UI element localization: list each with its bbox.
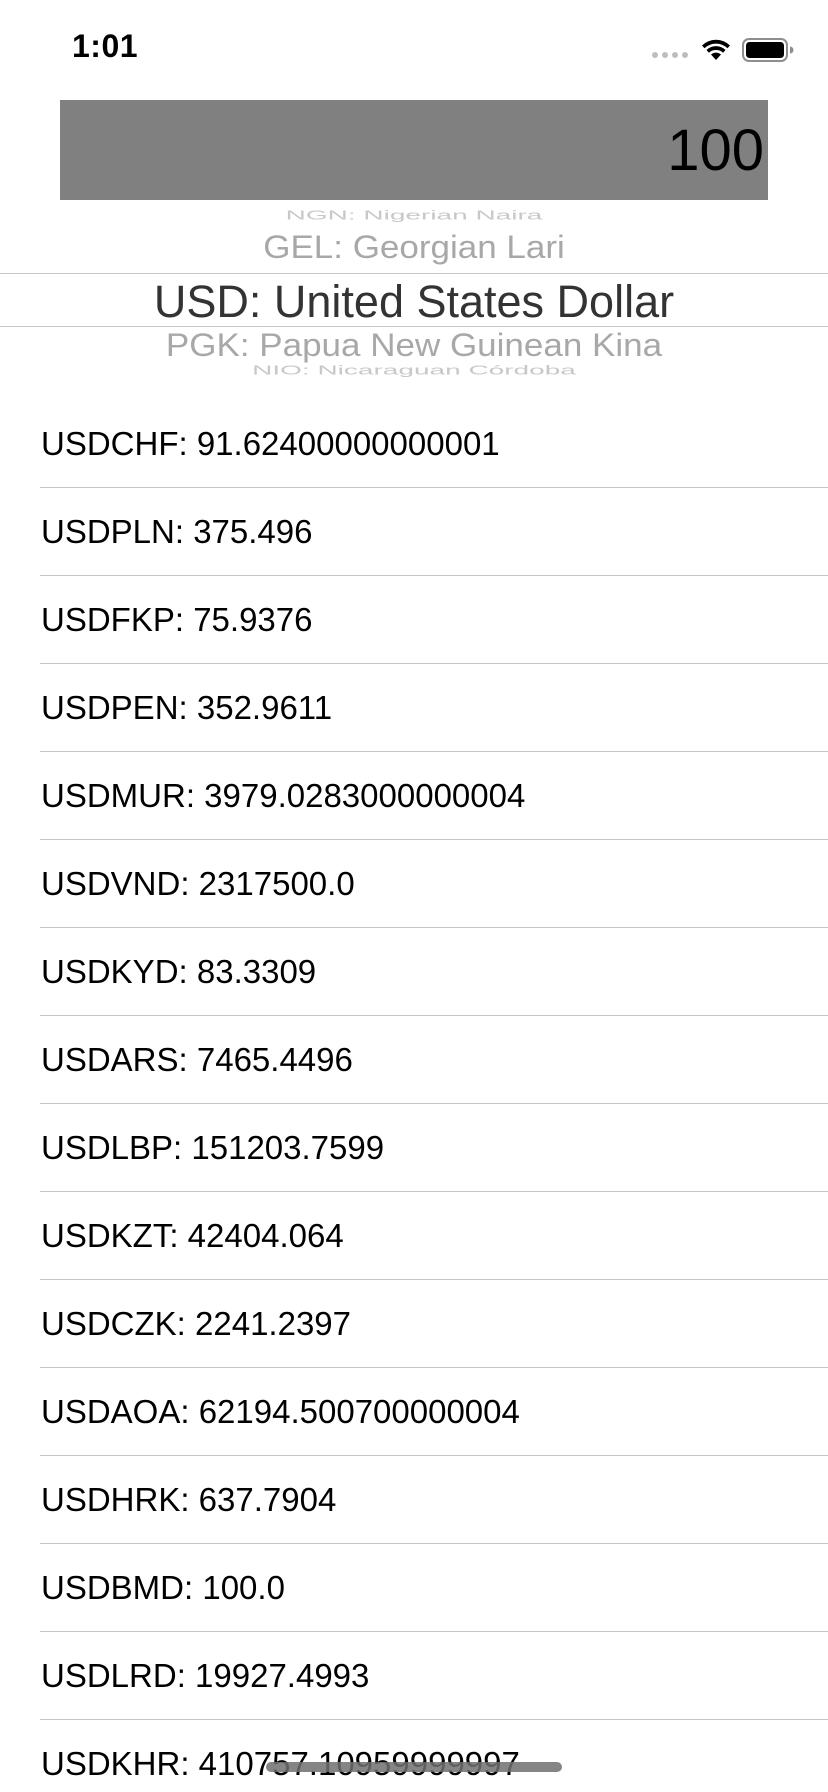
wifi-icon [702,39,730,60]
picker-option-far-below[interactable]: NIO: Nicaraguan Córdoba [0,364,828,377]
currency-picker[interactable]: NGN: Nigerian Naira GEL: Georgian Lari U… [0,200,828,380]
amount-input[interactable]: 100 [60,100,768,200]
picker-option-far-above[interactable]: NGN: Nigerian Naira [0,209,828,222]
picker-option-above[interactable]: GEL: Georgian Lari [0,230,828,267]
rate-row[interactable]: USDBMD: 100.0 [0,1544,828,1632]
battery-icon [742,38,794,62]
rates-list[interactable]: USDCHF: 91.62400000000001 USDPLN: 375.49… [0,400,828,1792]
rate-row[interactable]: USDKZT: 42404.064 [0,1192,828,1280]
status-time: 1:01 [72,28,139,64]
rate-row[interactable]: USDCZK: 2241.2397 [0,1280,828,1368]
picker-option-selected[interactable]: USD: United States Dollar [0,276,828,328]
rate-row[interactable]: USDARS: 7465.4496 [0,1016,828,1104]
cellular-signal-icon [652,52,688,58]
home-indicator[interactable] [266,1762,562,1772]
rate-row[interactable]: USDKYD: 83.3309 [0,928,828,1016]
picker-selection-top-line [0,273,828,274]
rate-row[interactable]: USDHRK: 637.7904 [0,1456,828,1544]
rate-row[interactable]: USDAOA: 62194.500700000004 [0,1368,828,1456]
picker-option-below[interactable]: PGK: Papua New Guinean Kina [0,328,828,365]
rate-row[interactable]: USDLBP: 151203.7599 [0,1104,828,1192]
rate-row[interactable]: USDFKP: 75.9376 [0,576,828,664]
rate-row[interactable]: USDMUR: 3979.0283000000004 [0,752,828,840]
rate-row[interactable]: USDCHF: 91.62400000000001 [0,400,828,488]
rate-row[interactable]: USDVND: 2317500.0 [0,840,828,928]
rate-row[interactable]: USDKHR: 410757.10959999997 [0,1720,828,1792]
rate-row[interactable]: USDLRD: 19927.4993 [0,1632,828,1720]
rate-row[interactable]: USDPEN: 352.9611 [0,664,828,752]
status-bar: 1:01 [0,0,828,100]
rate-row[interactable]: USDPLN: 375.496 [0,488,828,576]
